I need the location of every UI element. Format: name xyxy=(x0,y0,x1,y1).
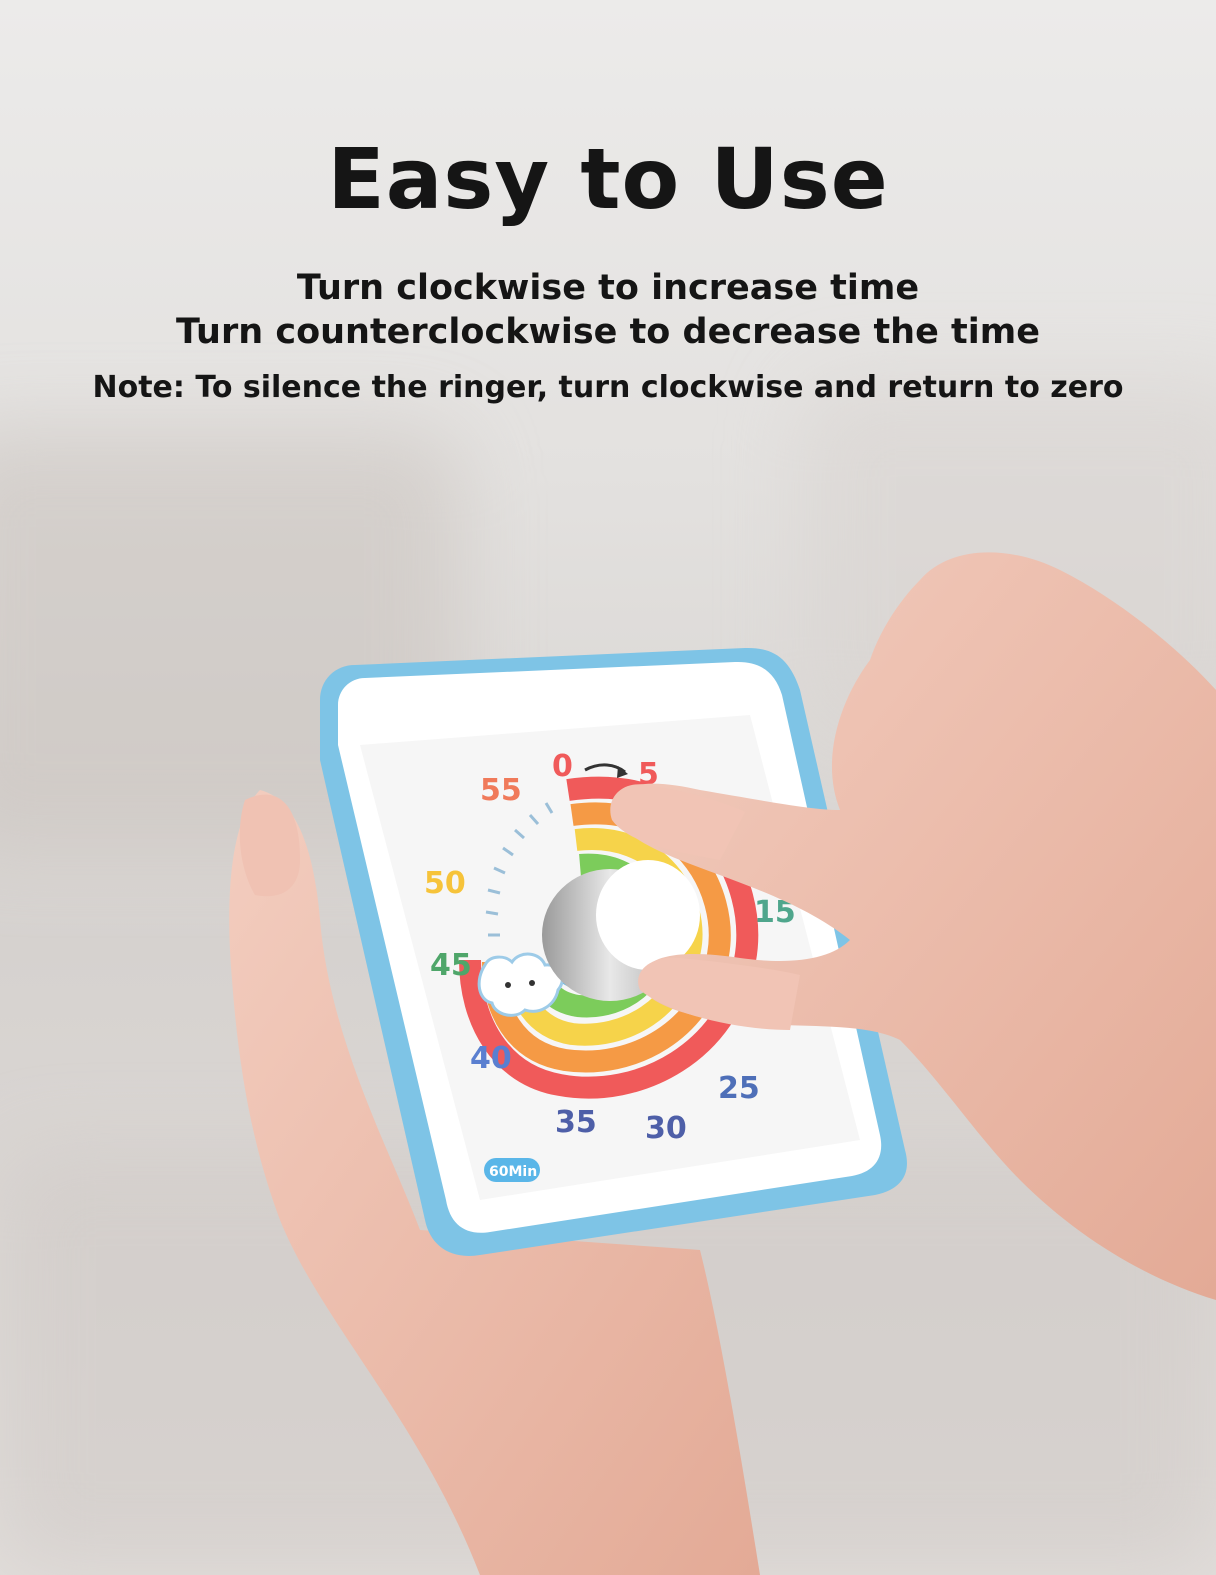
product-image: 0 5 15 25 30 35 40 45 50 55 60Min Easy t… xyxy=(0,0,1216,1575)
dial-number-35: 35 xyxy=(555,1105,597,1140)
dial-number-0: 0 xyxy=(552,749,573,784)
page-title: Easy to Use xyxy=(327,130,889,228)
instruction-clockwise: Turn clockwise to increase time xyxy=(296,268,920,308)
instruction-counterclockwise: Turn counterclockwise to decrease the ti… xyxy=(176,312,1040,352)
dial-number-55: 55 xyxy=(480,773,522,808)
dial-number-25: 25 xyxy=(718,1071,760,1106)
dial-number-40: 40 xyxy=(470,1041,512,1076)
instruction-note: Note: To silence the ringer, turn clockw… xyxy=(92,370,1124,405)
hand-holding-timer-illustration: 0 5 15 25 30 35 40 45 50 55 60Min xyxy=(229,552,1216,1575)
dial-number-50: 50 xyxy=(424,866,466,901)
duration-badge-label: 60Min xyxy=(489,1164,537,1180)
dial-number-30: 30 xyxy=(645,1111,687,1146)
timer-device: 0 5 15 25 30 35 40 45 50 55 60Min xyxy=(320,647,907,1256)
dial-number-45: 45 xyxy=(430,948,472,983)
